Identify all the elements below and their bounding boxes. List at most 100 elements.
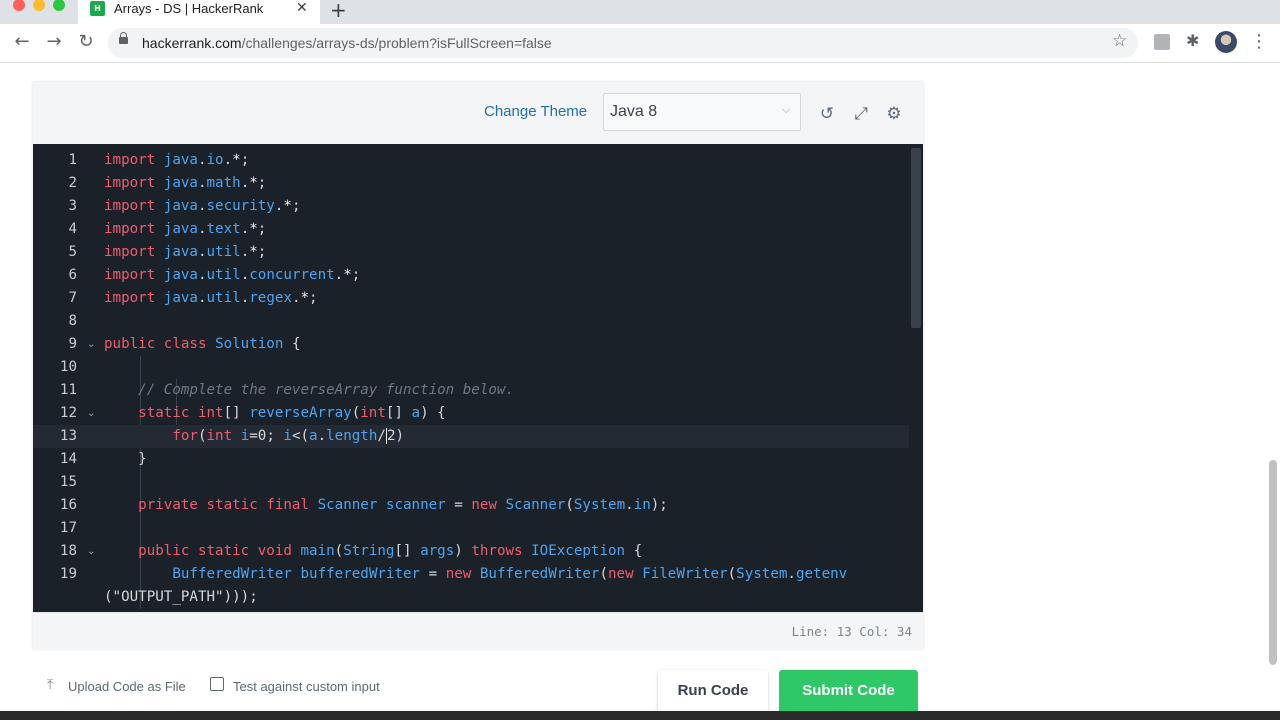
code-token: .	[197, 267, 207, 283]
code-token: i	[283, 428, 292, 444]
code-token: <(	[291, 428, 310, 444]
code-token: .	[240, 221, 250, 237]
browser-tab-bar: H Arrays - DS | HackerRank ✕ +	[0, 0, 1280, 24]
bookmark-star-icon[interactable]: ☆	[1112, 31, 1127, 51]
upload-code-link[interactable]: Upload Code as File	[68, 679, 186, 694]
fullscreen-icon[interactable]: ⤢	[851, 104, 871, 124]
code-token: System	[573, 497, 626, 513]
custom-input-label[interactable]: Test against custom input	[233, 679, 380, 694]
line-number: 7	[68, 290, 77, 306]
fold-chevron-icon[interactable]: ⌄	[87, 333, 95, 356]
code-line[interactable]: 9 ⌄ public class Solution {	[33, 333, 909, 356]
upload-icon[interactable]: ⤒	[47, 677, 53, 693]
code-line[interactable]: 17	[33, 517, 909, 540]
history-icon[interactable]: ↺	[817, 104, 837, 124]
code-token: .	[197, 244, 207, 260]
code-token: (	[727, 566, 737, 582]
code-line[interactable]: 10	[33, 356, 909, 379]
code-line[interactable]: 6 import java.util.concurrent.*;	[33, 264, 909, 287]
code-token: IOException	[531, 543, 626, 559]
code-token: .	[197, 152, 207, 168]
code-line[interactable]: 16 private static final Scanner scanner …	[33, 494, 909, 517]
back-icon[interactable]: ←	[10, 30, 34, 54]
custom-input-checkbox[interactable]	[210, 677, 224, 691]
extensions-puzzle-icon[interactable]: ✱	[1186, 31, 1202, 50]
code-text: ("OUTPUT_PATH")));	[104, 586, 258, 609]
fold-chevron-icon[interactable]: ⌄	[87, 402, 95, 425]
code-line[interactable]: 5 import java.util.*;	[33, 241, 909, 264]
code-token: public	[138, 543, 190, 559]
address-bar[interactable]: hackerrank.com/challenges/arrays-ds/prob…	[108, 28, 1138, 58]
code-token: =	[445, 497, 472, 513]
minimize-window-button[interactable]	[33, 0, 45, 11]
line-number: 16	[59, 497, 77, 513]
submit-code-button[interactable]: Submit Code	[779, 670, 918, 714]
code-editor[interactable]: ("OUTPUT_PATH"))); 19 BufferedWriter buff…	[33, 144, 923, 612]
browser-tab[interactable]: H Arrays - DS | HackerRank ✕	[78, 0, 320, 24]
code-line[interactable]: 14 }	[33, 448, 909, 471]
code-line[interactable]: 2 import java.math.*;	[33, 172, 909, 195]
extension-icon[interactable]	[1154, 34, 1170, 50]
code-line[interactable]: 1 import java.io.*;	[33, 149, 909, 172]
code-token: *	[343, 267, 352, 283]
code-line[interactable]: 18 ⌄ public static void main(String[] arg…	[33, 540, 909, 563]
code-line[interactable]: 4 import java.text.*;	[33, 218, 909, 241]
code-token: .	[334, 267, 344, 283]
browser-menu-icon[interactable]: ⋮	[1250, 31, 1268, 52]
code-token: (	[197, 428, 207, 444]
code-line[interactable]: 7 import java.util.regex.*;	[33, 287, 909, 310]
code-token: util	[206, 267, 241, 283]
zoom-window-button[interactable]	[53, 0, 65, 11]
forward-icon[interactable]: →	[42, 30, 66, 54]
line-number: 8	[68, 313, 77, 329]
code-token: in	[633, 497, 651, 513]
settings-gear-icon[interactable]: ⚙	[884, 104, 904, 124]
code-text: private static final Scanner scanner = n…	[104, 494, 668, 517]
code-text: public class Solution {	[104, 333, 301, 356]
code-token: length	[326, 428, 378, 444]
code-token: []	[223, 405, 250, 421]
close-window-button[interactable]	[13, 0, 25, 11]
url-text[interactable]: hackerrank.com/challenges/arrays-ds/prob…	[142, 34, 552, 52]
page-scrollbar-thumb[interactable]	[1269, 460, 1277, 665]
code-token: (	[565, 497, 574, 513]
code-line[interactable]: 11 // Complete the reverseArray function…	[33, 379, 909, 402]
code-text: }	[104, 448, 147, 471]
code-token: .	[317, 428, 327, 444]
code-line[interactable]: 13 for(int i=0; i<(a.length/2)	[33, 425, 909, 448]
code-token: import	[104, 198, 156, 214]
code-line[interactable]: 3 import java.security.*;	[33, 195, 909, 218]
code-token: .	[240, 290, 250, 306]
code-line[interactable]: 12 ⌄ static int[] reverseArray(int[] a) {	[33, 402, 909, 425]
line-number: 6	[68, 267, 77, 283]
fold-chevron-icon[interactable]: ⌄	[87, 540, 95, 563]
code-token: .	[240, 267, 250, 283]
code-line[interactable]: 8	[33, 310, 909, 333]
code-token: util	[206, 290, 241, 306]
code-line[interactable]: 15	[33, 471, 909, 494]
reload-icon[interactable]: ↻	[74, 30, 98, 54]
code-editor-panel: Change Theme Java 8 ⌵ ↺ ⤢ ⚙ ("OUTPUT_PAT…	[33, 82, 923, 650]
code-token: .	[787, 566, 796, 582]
code-token: ;	[257, 244, 267, 260]
run-code-button[interactable]: Run Code	[658, 670, 768, 714]
new-tab-button[interactable]: +	[330, 0, 347, 22]
code-line[interactable]: 19 BufferedWriter bufferedWriter = new B…	[33, 563, 909, 586]
code-token: *	[249, 175, 258, 191]
code-token: static	[206, 497, 258, 513]
lock-icon[interactable]	[119, 32, 128, 44]
change-theme-link[interactable]: Change Theme	[484, 103, 587, 120]
editor-scrollbar-thumb[interactable]	[911, 148, 921, 328]
close-tab-icon[interactable]: ✕	[296, 0, 308, 17]
code-token: BufferedWriter	[479, 566, 600, 582]
profile-avatar[interactable]	[1215, 31, 1237, 53]
code-line[interactable]: ("OUTPUT_PATH")));	[33, 586, 909, 609]
language-select[interactable]: Java 8 ⌵	[603, 93, 801, 131]
